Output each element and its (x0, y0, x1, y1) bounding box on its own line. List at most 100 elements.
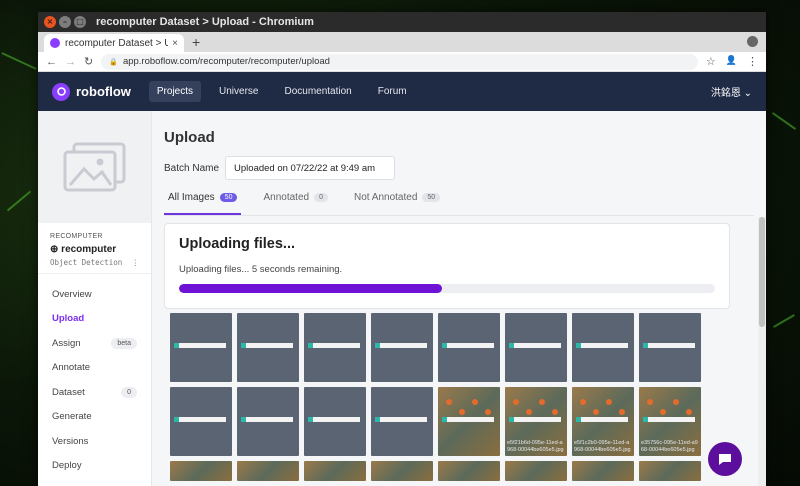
chat-bubble-icon (719, 454, 731, 465)
browser-tab-title: recomputer Dataset > Upl (65, 37, 169, 49)
image-thumbnail[interactable]: e5f1c2b0-095e-11ed-a968-00044be605e5.jpg (572, 387, 634, 456)
sidebar-item-versions[interactable]: Versions (38, 429, 151, 454)
chat-button[interactable] (708, 442, 742, 476)
image-thumbnail[interactable]: e5f21b6d-095e-11ed-a968-00044be605e5.jpg (505, 387, 567, 456)
image-thumbnail[interactable] (505, 313, 567, 382)
image-thumbnail[interactable] (572, 313, 634, 382)
image-thumbnail[interactable] (572, 461, 634, 481)
new-tab-button[interactable]: + (192, 34, 200, 50)
thumbnail-caption: e5f1c2b0-095e-11ed-a968-00044be605e5.jpg (574, 440, 631, 453)
thumbnail-progress (375, 417, 427, 422)
profile-icon[interactable]: 👤 (726, 55, 737, 68)
image-thumbnail[interactable] (371, 387, 433, 456)
tab-label: Annotated (263, 192, 310, 203)
image-thumbnail[interactable] (438, 313, 500, 382)
project-name[interactable]: ⊕ recomputer (50, 244, 139, 255)
user-menu[interactable]: 洪銘恩 ⌄ (711, 84, 752, 99)
thumbnail-caption: e35756c-095e-11ed-a968-00044be605e5.jpg (641, 440, 698, 453)
project-kebab-icon[interactable]: ⋮ (132, 258, 140, 267)
sidebar-item-deploy[interactable]: Deploy (38, 454, 151, 479)
window-minimize-button[interactable]: – (59, 16, 71, 28)
reload-icon[interactable]: ↻ (84, 55, 93, 68)
sidebar-item-label: Annotate (52, 362, 91, 374)
image-thumbnail[interactable] (237, 461, 299, 481)
batch-name-label: Batch Name (164, 162, 220, 174)
image-thumbnail[interactable] (304, 387, 366, 456)
org-name: RECOMPUTER (50, 233, 103, 240)
thumbnail-progress (308, 343, 360, 348)
user-name: 洪銘恩 (710, 88, 741, 99)
nav-projects[interactable]: Projects (148, 81, 202, 102)
thumbnail-progress (308, 417, 360, 422)
forward-icon[interactable]: → (65, 56, 76, 68)
sidebar-item-dataset[interactable]: Dataset 0 (38, 380, 151, 405)
thumbnail-progress (576, 417, 628, 422)
image-thumbnail[interactable]: e35756c-095e-11ed-a968-00044be605e5.jpg (639, 387, 701, 456)
tab-not-annotated[interactable]: Not Annotated 50 (350, 192, 444, 215)
sidebar-item-label: Upload (52, 313, 85, 325)
address-bar[interactable]: 🔒 app.roboflow.com/recomputer/recomputer… (101, 53, 698, 70)
desktop-streak (1, 52, 37, 70)
sidebar-item-generate[interactable]: Generate (38, 405, 151, 430)
brand-name: roboflow (76, 84, 131, 99)
close-tab-icon[interactable]: × (172, 38, 178, 49)
page-title: Upload (164, 129, 215, 146)
upload-progress-bar (179, 284, 715, 293)
image-thumbnail[interactable] (639, 313, 701, 382)
image-thumbnail[interactable] (237, 313, 299, 382)
upload-main: Upload Batch Name Uploaded on 07/22/22 a… (152, 111, 766, 486)
sidebar-item-assign[interactable]: Assign beta (38, 331, 151, 356)
page-scrollbar[interactable] (758, 217, 766, 486)
thumbnail-progress (375, 343, 427, 348)
thumbnail-progress (576, 343, 628, 348)
image-thumbnail[interactable] (639, 461, 701, 481)
roboflow-logo[interactable]: roboflow (52, 82, 131, 101)
project-thumbnail (38, 111, 151, 223)
image-thumbnail[interactable] (438, 387, 500, 456)
desktop-streak (771, 112, 797, 130)
window-extra-button[interactable] (747, 36, 758, 47)
project-sidebar: RECOMPUTER ⊕ recomputer Object Detection… (38, 111, 152, 486)
image-thumbnail[interactable] (304, 313, 366, 382)
nav-documentation[interactable]: Documentation (276, 81, 359, 102)
back-icon[interactable]: ← (46, 56, 57, 68)
image-thumbnail[interactable] (371, 313, 433, 382)
tab-annotated[interactable]: Annotated 0 (259, 192, 332, 215)
sidebar-item-overview[interactable]: Overview (38, 282, 151, 307)
roboflow-logo-icon (52, 82, 70, 101)
browser-tabbar: recomputer Dataset > Upl × + (38, 32, 766, 52)
nav-forum[interactable]: Forum (370, 81, 415, 102)
tab-label: Not Annotated (354, 192, 418, 203)
browser-tab[interactable]: recomputer Dataset > Upl × (44, 34, 184, 52)
image-thumbnail[interactable] (170, 387, 232, 456)
project-name-text: recomputer (61, 244, 117, 255)
app-navbar: roboflow Projects Universe Documentation… (38, 72, 766, 111)
image-thumbnail[interactable] (371, 461, 433, 481)
upload-card-status: Uploading files... 5 seconds remaining. (179, 264, 343, 275)
tab-all-images[interactable]: All Images 50 (164, 192, 242, 215)
scrollbar-thumb[interactable] (759, 217, 765, 327)
browser-menu-icon[interactable]: ⋮ (747, 55, 758, 68)
window-titlebar: × – □ recomputer Dataset > Upload - Chro… (38, 12, 766, 32)
browser-toolbar: ← → ↻ 🔒 app.roboflow.com/recomputer/reco… (38, 52, 766, 72)
image-thumbnail[interactable] (505, 461, 567, 481)
image-thumbnail[interactable] (170, 461, 232, 481)
window-close-button[interactable]: × (44, 16, 56, 28)
nav-universe[interactable]: Universe (211, 81, 266, 102)
image-placeholder-icon (63, 142, 125, 192)
window-maximize-button[interactable]: □ (74, 16, 86, 28)
thumbnail-progress (643, 417, 695, 422)
thumbnail-progress (241, 417, 293, 422)
sidebar-item-upload[interactable]: Upload (38, 307, 151, 332)
image-thumbnail[interactable] (237, 387, 299, 456)
upload-progress-card: Uploading files... Uploading files... 5 … (164, 223, 730, 309)
image-thumbnail[interactable] (170, 313, 232, 382)
bookmark-star-icon[interactable]: ☆ (706, 55, 716, 68)
thumbnail-progress (643, 343, 695, 348)
tab-count-badge: 50 (422, 193, 441, 202)
image-thumbnail[interactable] (304, 461, 366, 481)
batch-name-input[interactable]: Uploaded on 07/22/22 at 9:49 am (225, 156, 396, 180)
image-thumbnail[interactable] (438, 461, 500, 481)
thumbnail-progress (442, 343, 494, 348)
sidebar-item-annotate[interactable]: Annotate (38, 356, 151, 381)
